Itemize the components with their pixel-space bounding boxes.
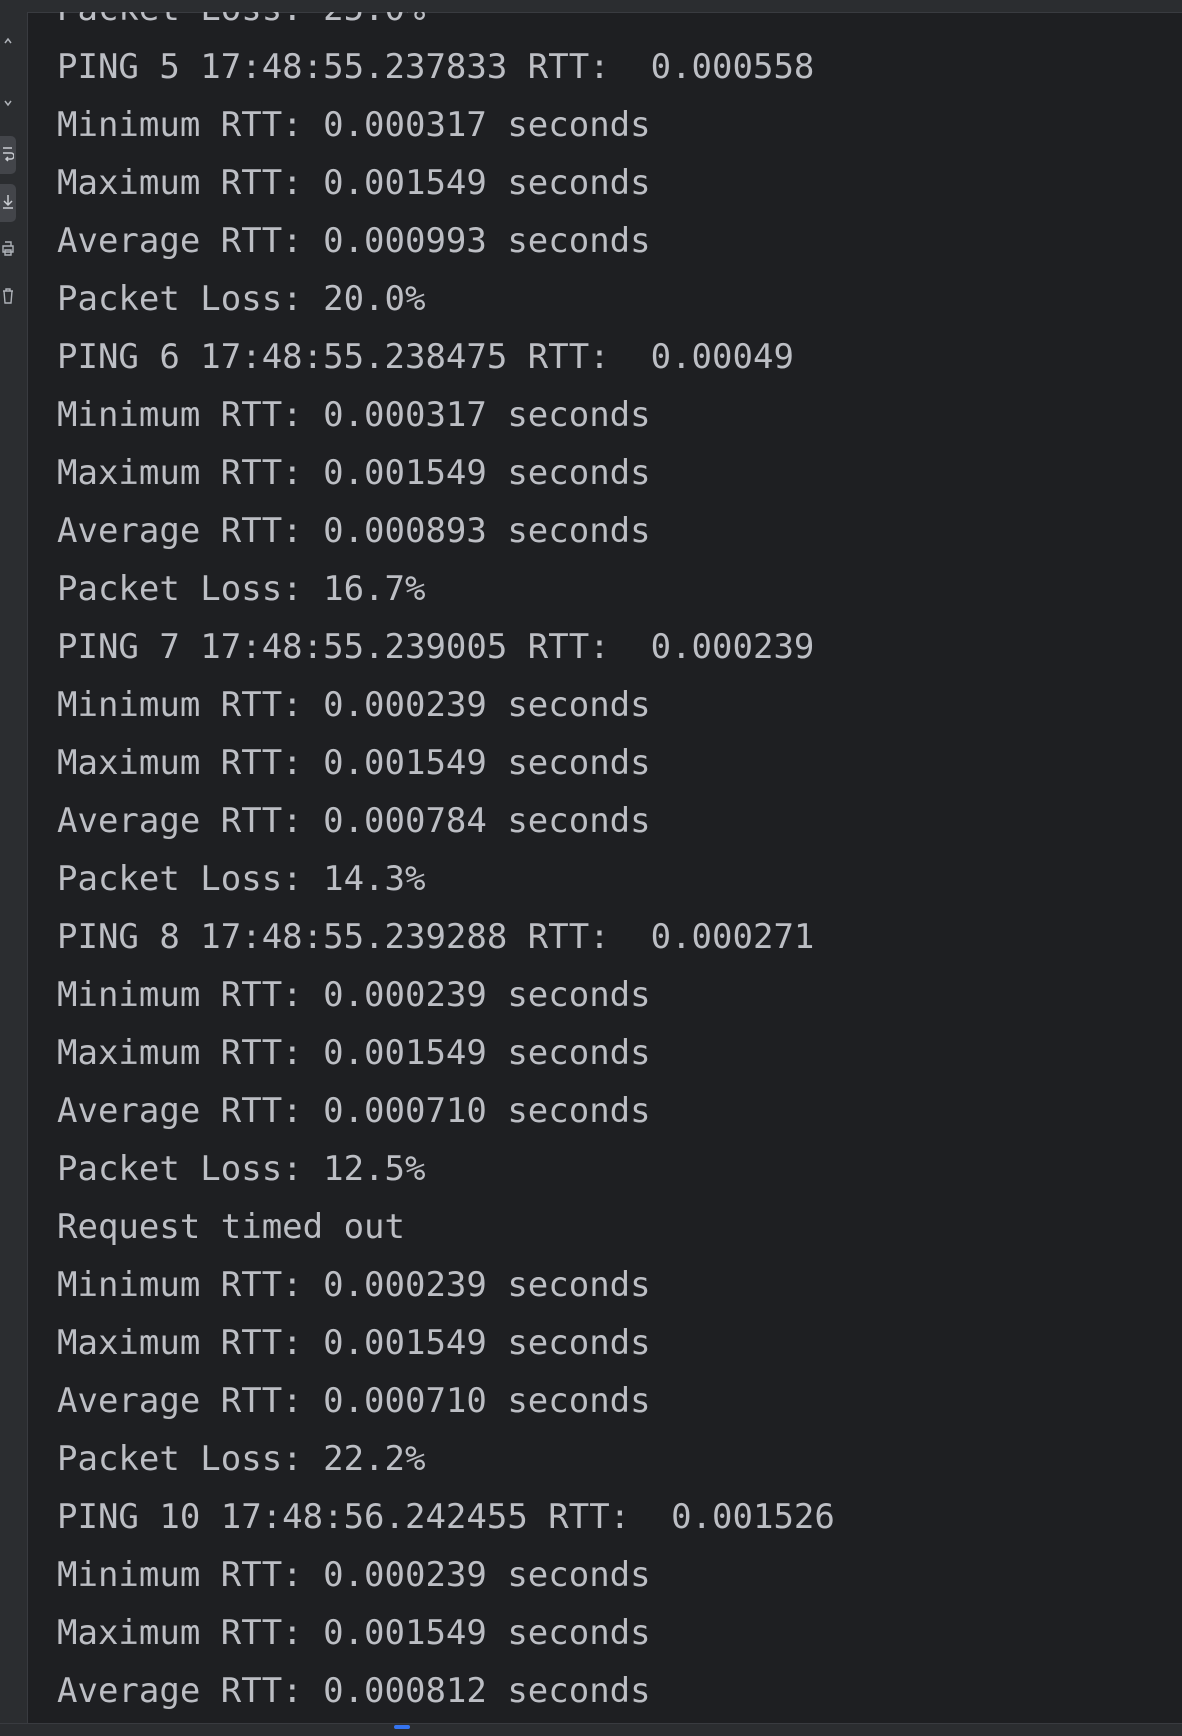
console-output[interactable]: Packet Loss: 25.0% PING 5 17:48:55.237833… [28,12,1182,1724]
console-line: Request timed out [57,1207,405,1247]
console-line: PING 10 17:48:56.242455 RTT: 0.001526 [57,1497,835,1537]
status-bar [0,1723,1182,1736]
console-line: Maximum RTT: 0.001549 seconds [57,1033,651,1073]
console-line: Minimum RTT: 0.000239 seconds [57,1555,651,1595]
scroll-down-icon[interactable] [0,88,16,126]
console-line: Maximum RTT: 0.001549 seconds [57,743,651,783]
console-line: Minimum RTT: 0.000317 seconds [57,395,651,435]
scroll-to-end-icon[interactable] [0,184,16,222]
soft-wrap-icon[interactable] [0,136,16,174]
console-line: PING 8 17:48:55.239288 RTT: 0.000271 [57,917,815,957]
console-line: Maximum RTT: 0.001549 seconds [57,1613,651,1653]
console-line: Minimum RTT: 0.000239 seconds [57,975,651,1015]
console-line: Packet Loss: 16.7% [57,569,426,609]
scroll-up-icon[interactable] [0,26,16,64]
console-line: PING 6 17:48:55.238475 RTT: 0.00049 [57,337,794,377]
print-icon[interactable] [0,230,16,268]
console-line: Minimum RTT: 0.000317 seconds [57,105,651,145]
console-line: Minimum RTT: 0.000239 seconds [57,1265,651,1305]
console-line: Packet Loss: 22.2% [57,1439,426,1479]
console-line: Maximum RTT: 0.001549 seconds [57,1323,651,1363]
console-line: Average RTT: 0.000710 seconds [57,1091,651,1131]
console-line: Average RTT: 0.000893 seconds [57,511,651,551]
console-line: Packet Loss: 14.3% [57,859,426,899]
console-toolbar [0,12,28,1724]
console-line: Packet Loss: 20.0% [57,279,426,319]
console-line: Minimum RTT: 0.000239 seconds [57,685,651,725]
console-line: Average RTT: 0.000993 seconds [57,221,651,261]
console-line: Packet Loss: 25.0% [57,12,835,38]
console-line: PING 5 17:48:55.237833 RTT: 0.000558 [57,47,815,87]
console-line: Maximum RTT: 0.001549 seconds [57,453,651,493]
console-line: PING 7 17:48:55.239005 RTT: 0.000239 [57,627,815,667]
run-tool-window: Packet Loss: 25.0% PING 5 17:48:55.237833… [0,0,1182,1736]
console-line: Packet Loss: 12.5% [57,1149,426,1189]
trash-icon[interactable] [0,278,16,316]
console-line: Maximum RTT: 0.001549 seconds [57,163,651,203]
console-line: Average RTT: 0.000784 seconds [57,801,651,841]
console-line: Average RTT: 0.000710 seconds [57,1381,651,1421]
scroll-indicator [394,1725,410,1729]
console-lines: Packet Loss: 25.0% PING 5 17:48:55.237833… [57,12,835,1720]
console-line: Average RTT: 0.000812 seconds [57,1671,651,1711]
